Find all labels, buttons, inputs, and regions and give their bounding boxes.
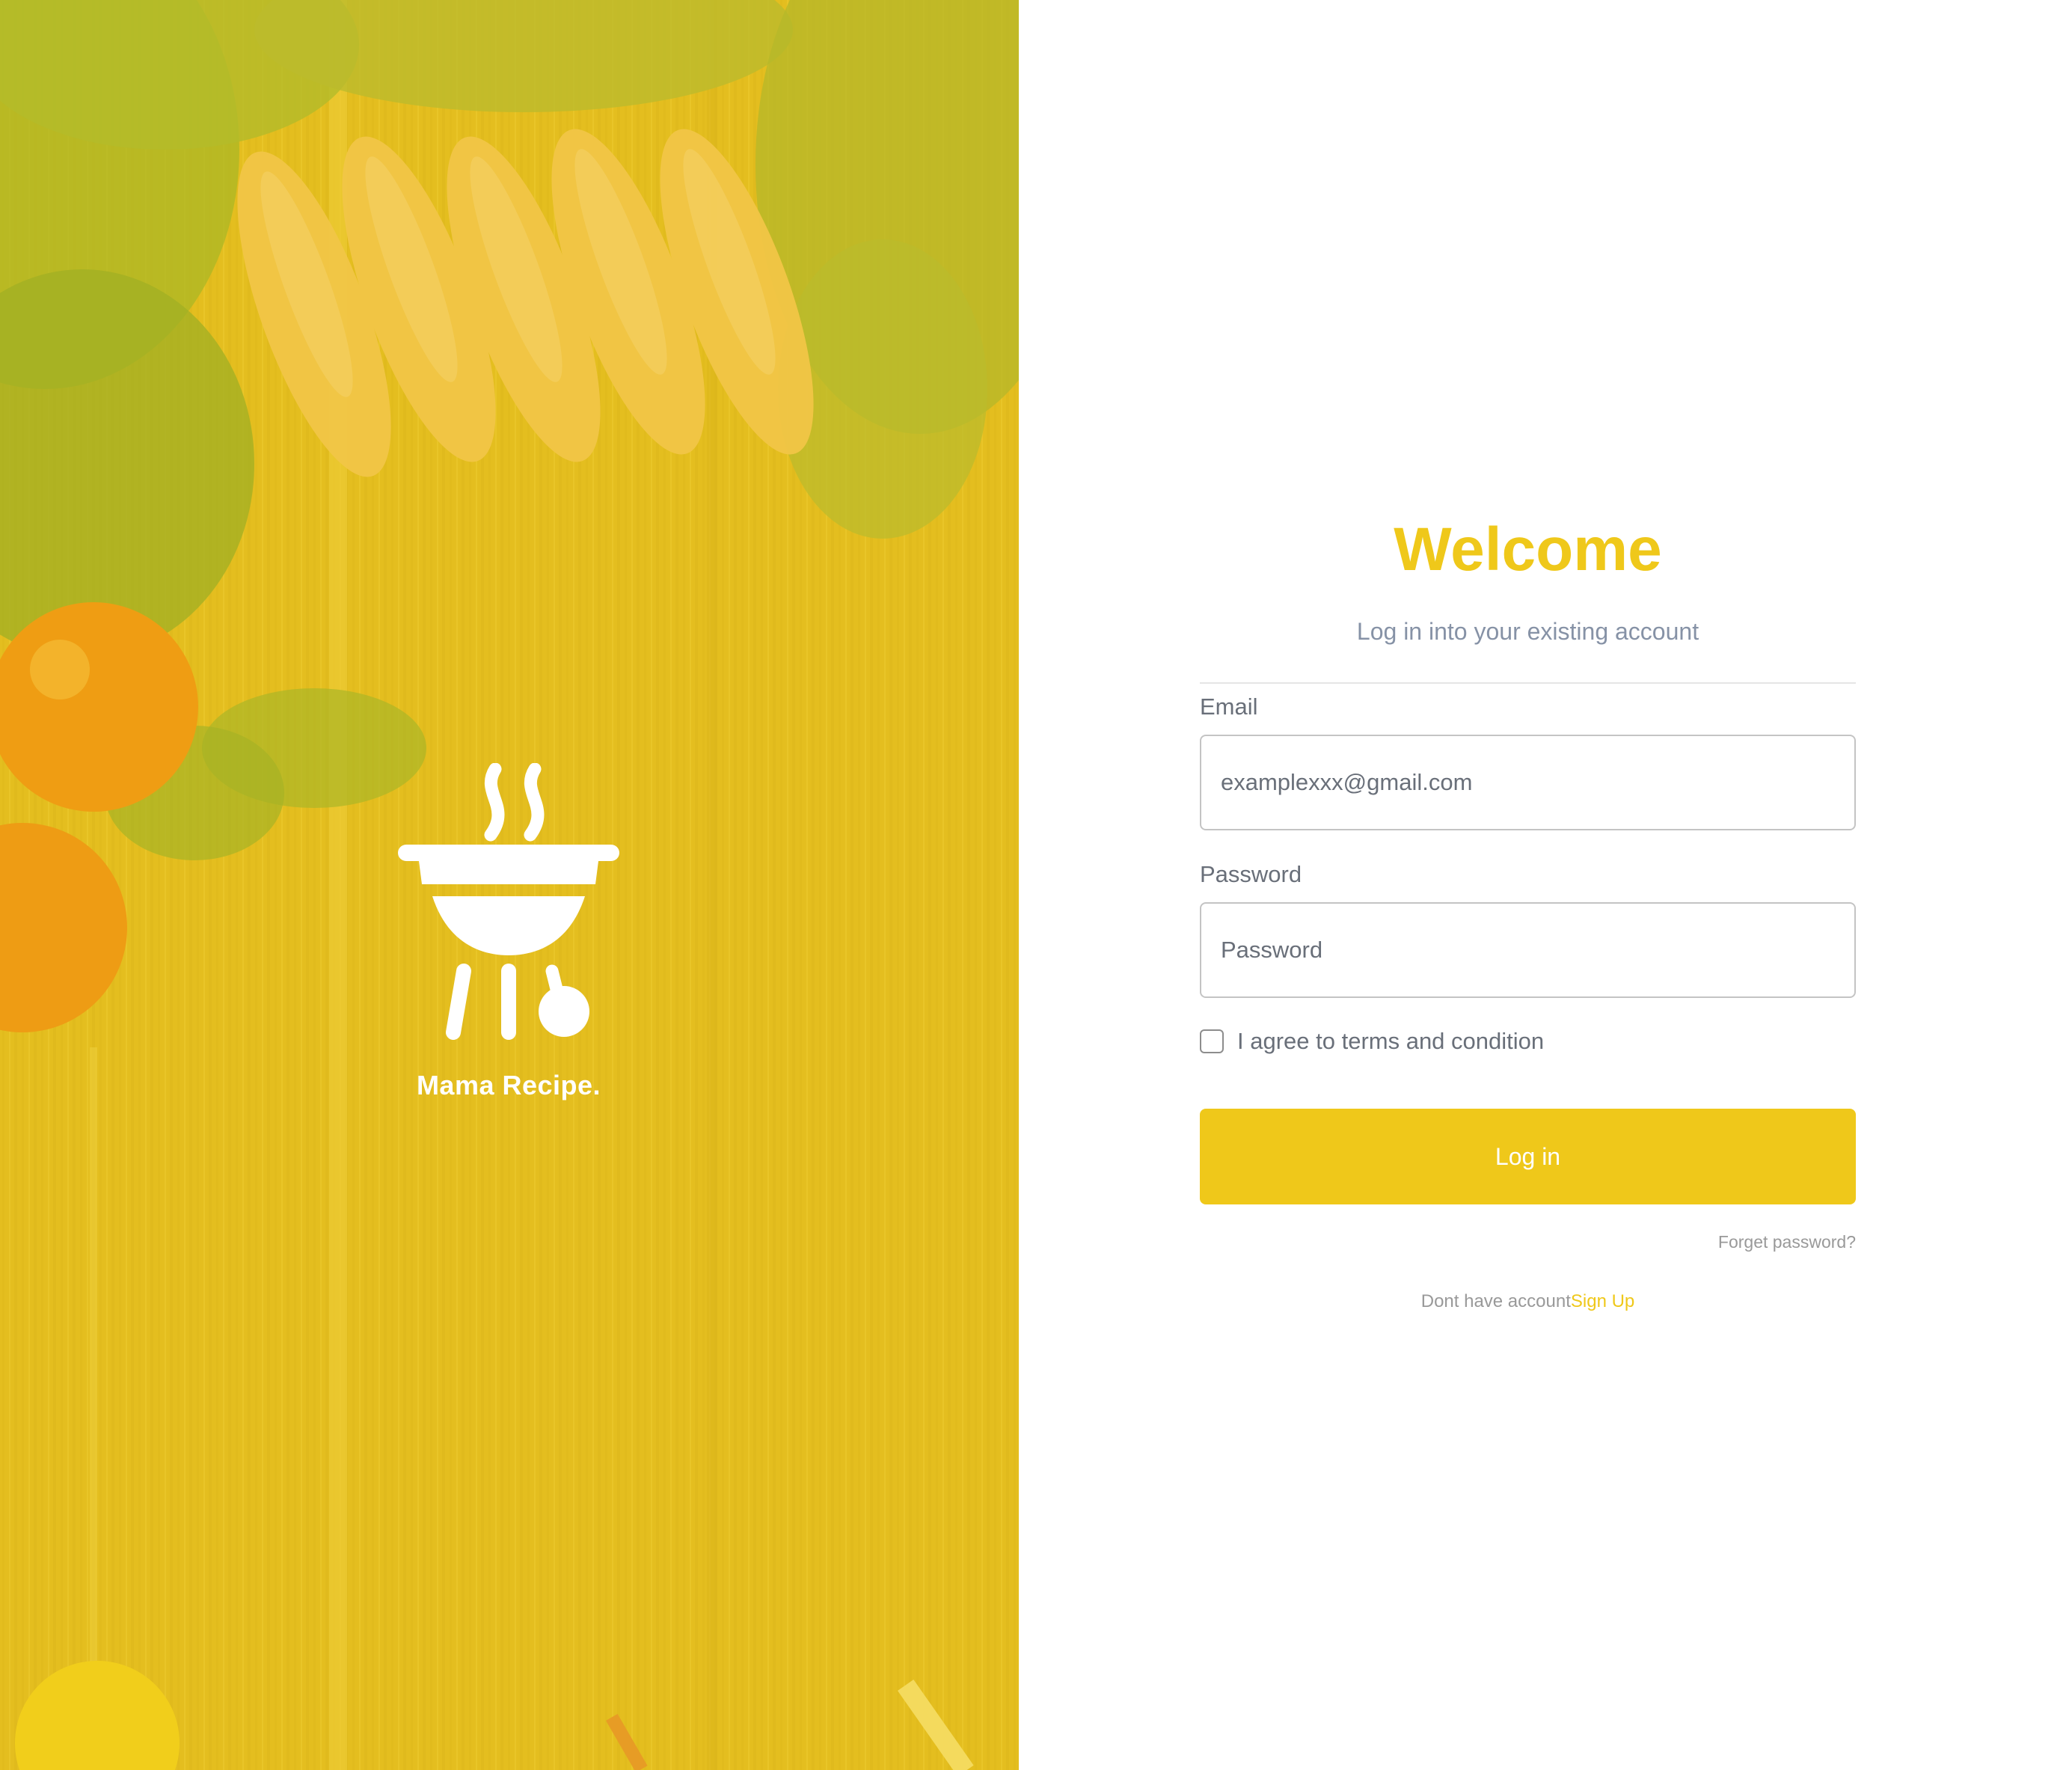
login-button[interactable]: Log in (1200, 1109, 1856, 1204)
terms-checkbox[interactable] (1200, 1029, 1224, 1053)
page-subtitle: Log in into your existing account (1356, 618, 1699, 645)
signup-row: Dont have accountSign Up (1200, 1290, 1856, 1314)
terms-label[interactable]: I agree to terms and condition (1237, 1026, 1544, 1056)
hero-panel: Mama Recipe. (0, 0, 1019, 1770)
signup-prompt: Dont have account (1420, 1291, 1571, 1311)
divider (1200, 682, 1856, 684)
page-title: Welcome (1394, 515, 1662, 584)
forgot-password-link[interactable]: Forget password? (1200, 1230, 1856, 1254)
brand-name: Mama Recipe. (416, 1070, 601, 1100)
grill-icon (398, 763, 619, 1040)
password-label: Password (1200, 861, 1302, 887)
email-input[interactable] (1200, 735, 1856, 830)
password-input[interactable] (1200, 902, 1856, 998)
email-label: Email (1200, 693, 1258, 720)
login-form: Welcome Log in into your existing accoun… (1200, 509, 1856, 1314)
signup-link[interactable]: Sign Up (1571, 1291, 1634, 1311)
brand-logo: Mama Recipe. (381, 763, 636, 1107)
terms-row: I agree to terms and condition (1200, 1026, 1856, 1056)
login-panel: Welcome Log in into your existing accoun… (1019, 0, 2072, 1770)
